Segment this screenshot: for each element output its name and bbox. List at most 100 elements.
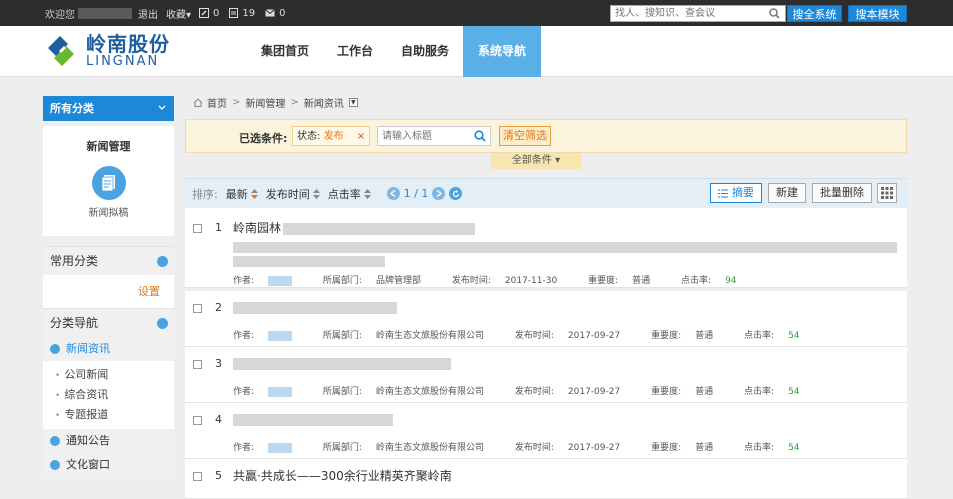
row-meta: 作者: 所属部门: 品牌管理部 发布时间: 2017-11-30 重要度: 普通 点击… bbox=[233, 275, 737, 286]
row-title[interactable]: 共赢·共成长——300余行业精英齐聚岭南 bbox=[233, 467, 452, 484]
list-icon bbox=[718, 189, 728, 197]
news-management-card: 新闻管理 新闻拟稿 bbox=[43, 126, 174, 236]
nav-group-home[interactable]: 集团首页 bbox=[247, 26, 323, 77]
breadcrumb-home[interactable]: 首页 bbox=[207, 95, 227, 110]
main-content: 首页 > 新闻管理 > 新闻资讯 ▼ 已选条件: 状态: 发布 × 清空筛选 全… bbox=[185, 90, 907, 499]
sort-hits-label: 点击率 bbox=[327, 187, 361, 201]
batch-delete-button[interactable]: 批量删除 bbox=[812, 183, 872, 203]
blurred-text bbox=[233, 301, 397, 314]
row-title[interactable] bbox=[233, 412, 393, 426]
sort-publish-time-label: 发布时间 bbox=[265, 187, 310, 201]
breadcrumb-news-management[interactable]: 新闻管理 bbox=[245, 95, 285, 110]
clear-filter-button[interactable]: 清空筛选 bbox=[499, 126, 551, 146]
sidebar-item-culture[interactable]: 文化窗口 bbox=[43, 453, 174, 477]
row-meta: 作者: 所属部门: 岭南生态文旅股份有限公司 发布时间: 2017-09-27 重要… bbox=[233, 330, 800, 341]
table-row[interactable]: 3 作者: 所属部门: 岭南生态文旅股份有限公司 发布时间: 2017-09-27 … bbox=[185, 347, 907, 403]
chevron-down-icon bbox=[158, 105, 166, 110]
row-title[interactable] bbox=[233, 300, 397, 314]
summary-label: 摘要 bbox=[732, 186, 754, 199]
sidebar-item-general-info[interactable]: 综合资讯 bbox=[43, 385, 174, 405]
collapse-icon[interactable] bbox=[157, 318, 168, 329]
blurred-text bbox=[233, 256, 385, 267]
sort-label: 排序: bbox=[192, 187, 218, 201]
search-icon[interactable] bbox=[769, 8, 780, 19]
grid-view-icon[interactable] bbox=[877, 183, 897, 203]
row-checkbox[interactable] bbox=[193, 472, 202, 481]
refresh-icon[interactable] bbox=[449, 187, 463, 200]
sort-publish-time[interactable]: 发布时间 bbox=[266, 186, 320, 202]
row-number: 5 bbox=[215, 469, 222, 482]
expand-icon bbox=[50, 436, 60, 446]
filter-tag-status: 状态: 发布 × bbox=[292, 126, 371, 146]
table-row[interactable]: 2 作者: 所属部门: 岭南生态文旅股份有限公司 发布时间: 2017-09-27 … bbox=[185, 291, 907, 347]
header: 岭南股份 LINGNAN 集团首页 工作台 自助服务 系统导航 bbox=[0, 26, 953, 77]
summary-toggle[interactable]: 摘要 bbox=[710, 183, 762, 203]
category-nav-label: 分类导航 bbox=[50, 316, 99, 330]
logo-chinese: 岭南股份 bbox=[86, 32, 170, 56]
search-module-button[interactable]: 搜本模块 bbox=[848, 5, 907, 22]
sidebar-item-special-reports[interactable]: 专题报道 bbox=[43, 405, 174, 425]
document-icon bbox=[101, 175, 115, 192]
edit-icon bbox=[199, 8, 210, 18]
news-draft-button[interactable] bbox=[91, 166, 126, 200]
filter-tag-key: 状态: bbox=[297, 131, 321, 142]
main-nav: 集团首页 工作台 自助服务 系统导航 bbox=[247, 26, 542, 77]
top-bar: 欢迎您 退出 收藏▾ 0 19 0 搜全系统 搜本模块 bbox=[0, 0, 953, 26]
category-nav-header[interactable]: 分类导航 bbox=[43, 308, 174, 337]
all-conditions-toggle[interactable]: 全部条件 ▾ bbox=[491, 153, 581, 169]
sidebar-item-culture-label: 文化窗口 bbox=[66, 458, 110, 471]
sidebar-item-notice[interactable]: 通知公告 bbox=[43, 429, 174, 453]
search-icon[interactable] bbox=[474, 130, 486, 142]
sort-latest[interactable]: 最新 bbox=[226, 186, 258, 202]
blurred-text bbox=[233, 241, 897, 253]
row-title[interactable] bbox=[233, 356, 451, 370]
logout-link[interactable]: 退出 bbox=[138, 6, 158, 21]
favorites-menu[interactable]: 收藏▾ bbox=[166, 6, 191, 21]
common-categories-label: 常用分类 bbox=[50, 254, 99, 268]
mail-count-value: 0 bbox=[279, 7, 286, 19]
sort-icon bbox=[312, 188, 320, 199]
home-icon bbox=[193, 97, 203, 107]
row-checkbox[interactable] bbox=[193, 304, 202, 313]
row-number: 4 bbox=[215, 413, 222, 426]
breadcrumb: 首页 > 新闻管理 > 新闻资讯 ▼ bbox=[185, 90, 907, 114]
row-number: 2 bbox=[215, 301, 222, 314]
company-logo[interactable]: 岭南股份 LINGNAN bbox=[42, 32, 170, 70]
remove-filter-icon[interactable]: × bbox=[357, 131, 365, 142]
logo-mark-icon bbox=[48, 36, 74, 66]
global-search-input[interactable] bbox=[611, 6, 761, 21]
row-title-text: 岭南园林 bbox=[233, 221, 282, 235]
sidebar-item-company-news[interactable]: 公司新闻 bbox=[43, 365, 174, 385]
blurred-text bbox=[233, 357, 451, 370]
new-button[interactable]: 新建 bbox=[768, 183, 806, 203]
nav-self-service[interactable]: 自助服务 bbox=[387, 26, 463, 77]
table-row[interactable]: 4 作者: 所属部门: 岭南生态文旅股份有限公司 发布时间: 2017-09-27 … bbox=[185, 403, 907, 459]
edit-count[interactable]: 0 bbox=[199, 8, 219, 19]
prev-page-icon[interactable] bbox=[386, 187, 400, 200]
sidebar-item-news[interactable]: 新闻资讯 bbox=[43, 337, 174, 361]
welcome-text: 欢迎您 bbox=[45, 9, 75, 21]
doc-count[interactable]: 19 bbox=[229, 8, 255, 19]
collapse-icon[interactable] bbox=[157, 256, 168, 267]
row-checkbox[interactable] bbox=[193, 224, 202, 233]
all-categories-dropdown[interactable]: 所有分类 bbox=[43, 96, 174, 121]
row-title[interactable]: 岭南园林 bbox=[233, 219, 476, 236]
mail-count[interactable]: 0 bbox=[265, 7, 286, 19]
row-checkbox[interactable] bbox=[193, 360, 202, 369]
logo-english: LINGNAN bbox=[86, 54, 160, 69]
nav-system-navigation[interactable]: 系统导航 bbox=[463, 26, 542, 77]
row-checkbox[interactable] bbox=[193, 416, 202, 425]
next-page-icon[interactable] bbox=[432, 187, 446, 200]
table-row[interactable]: 5 共赢·共成长——300余行业精英齐聚岭南 bbox=[185, 459, 907, 499]
news-draft-label[interactable]: 新闻拟稿 bbox=[43, 204, 174, 219]
common-categories-header[interactable]: 常用分类 bbox=[43, 246, 174, 275]
sort-hits[interactable]: 点击率 bbox=[328, 186, 371, 202]
breadcrumb-dropdown-icon[interactable]: ▼ bbox=[348, 97, 358, 107]
title-filter-input[interactable] bbox=[378, 127, 470, 145]
settings-link[interactable]: 设置 bbox=[43, 275, 174, 308]
table-row[interactable]: 1 岭南园林 作者: 所属部门: 品牌管理部 发布时间: 2017-11-30 重要… bbox=[185, 208, 907, 288]
row-number: 3 bbox=[215, 357, 222, 370]
sort-icon bbox=[250, 188, 258, 199]
nav-workbench[interactable]: 工作台 bbox=[323, 26, 387, 77]
search-all-button[interactable]: 搜全系统 bbox=[787, 5, 842, 22]
